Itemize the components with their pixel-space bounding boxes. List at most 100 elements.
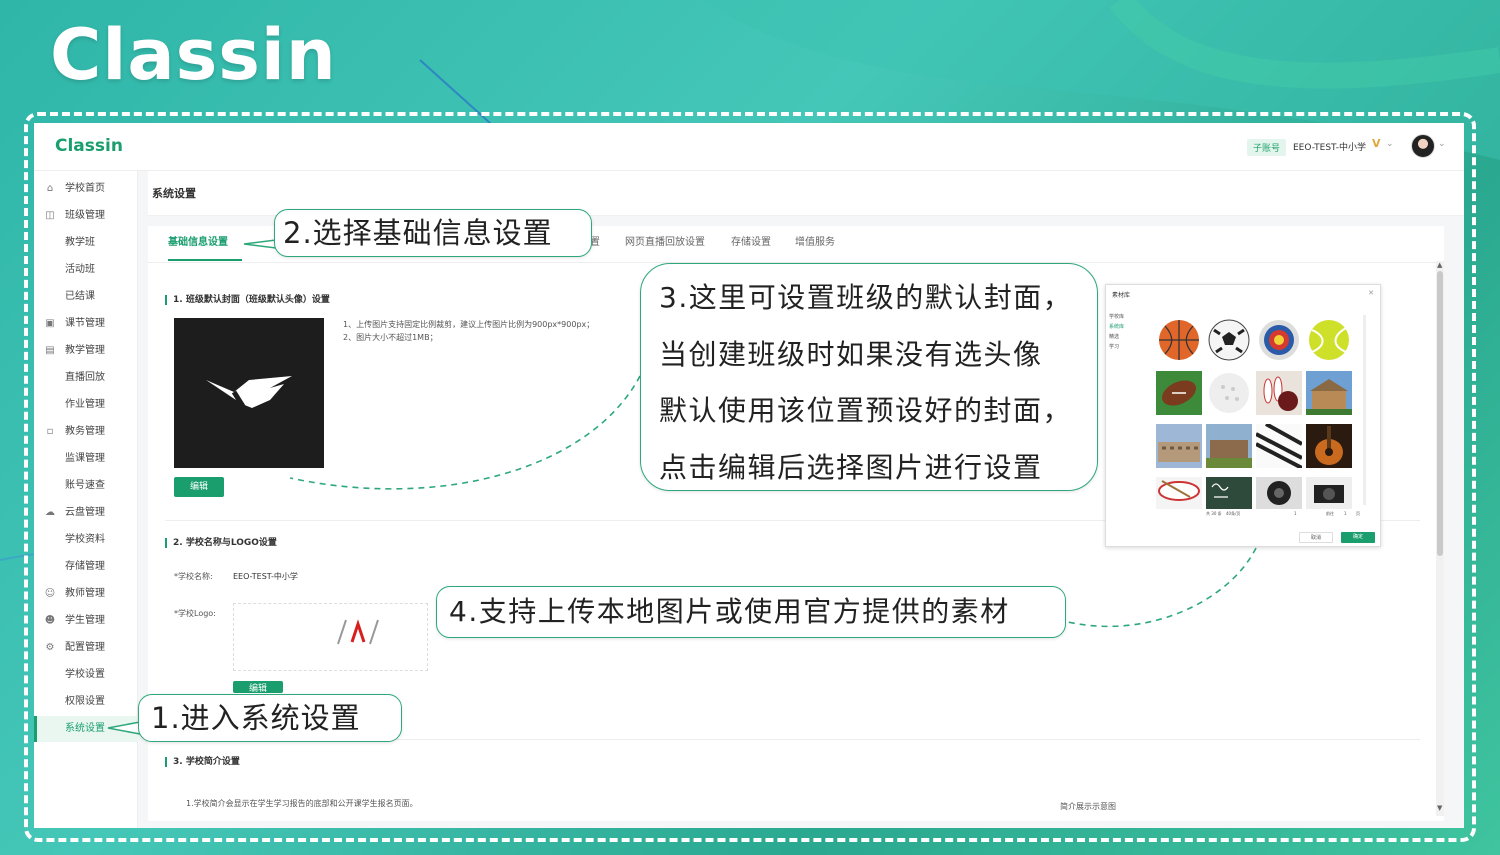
- school-name[interactable]: EEO-TEST-中小学: [1293, 140, 1366, 153]
- callout-step-3: 3.这里可设置班级的默认封面， 当创建班级时如果没有选头像 默认使用该位置预设好…: [640, 263, 1098, 491]
- edit-logo-button[interactable]: 编辑: [233, 681, 283, 693]
- student-icon: ☻: [44, 615, 56, 626]
- campus-icon[interactable]: [1206, 424, 1252, 468]
- sidebar-item-teaching-class[interactable]: 教学班: [34, 230, 138, 256]
- sidebar-item-finished[interactable]: 已结课: [34, 284, 138, 310]
- sidebar-item-cloud[interactable]: ☁ 云盘管理: [34, 500, 138, 526]
- sidebar-item-home[interactable]: ⌂ 学校首页: [34, 176, 138, 202]
- sidebar-item-teaching[interactable]: ▤ 教学管理: [34, 338, 138, 364]
- scrollbar[interactable]: [1436, 261, 1444, 816]
- speaker-icon[interactable]: [1256, 477, 1302, 509]
- intro-preview-label: 简介展示示意图: [1060, 802, 1116, 811]
- section-cover-title: 1. 班级默认封面（班级默认头像）设置: [165, 295, 330, 305]
- callout-step-3-line-4: 点击编辑后选择图片进行设置: [659, 450, 1043, 484]
- sidebar-item-class[interactable]: ◫ 班级管理: [34, 203, 138, 229]
- target-icon[interactable]: [1256, 318, 1302, 362]
- sidebar-item-storage[interactable]: 存储管理: [34, 554, 138, 580]
- sidebar-item-permissions[interactable]: 权限设置: [34, 689, 138, 715]
- edit-cover-button[interactable]: 编辑: [174, 477, 224, 497]
- top-bar: Classin 子账号 EEO-TEST-中小学 V ⌄ ⌄: [34, 123, 1464, 171]
- teacher-icon: ☺: [44, 588, 56, 599]
- soccer-ball-icon[interactable]: [1206, 318, 1252, 362]
- tab-web-replay[interactable]: 网页直播回放设置: [625, 233, 705, 248]
- chalkboard-icon[interactable]: [1206, 477, 1252, 509]
- pager-goto: 前往: [1326, 511, 1334, 516]
- basketball-icon[interactable]: [1156, 318, 1202, 362]
- sidebar-item-config[interactable]: ⚙ 配置管理: [34, 635, 138, 661]
- school-logo-mark-icon: [337, 619, 379, 645]
- scroll-down-icon[interactable]: ▼: [1437, 804, 1442, 812]
- sub-account-badge: 子账号: [1247, 139, 1287, 156]
- section-logo-title: 2. 学校名称与LOGO设置: [165, 538, 277, 548]
- football-icon[interactable]: [1156, 371, 1202, 415]
- tab-value-added[interactable]: 增值服务: [795, 233, 835, 248]
- callout-step-1: 1.进入系统设置: [138, 694, 402, 742]
- lesson-icon: ▣: [45, 318, 55, 329]
- home-icon: ⌂: [46, 183, 54, 194]
- dialog-ok-button[interactable]: 确定: [1341, 532, 1375, 543]
- pager-size[interactable]: 40条/页: [1226, 511, 1240, 517]
- active-tab-indicator: [168, 259, 242, 261]
- library-featured[interactable]: 精选: [1109, 333, 1119, 340]
- sidebar-item-students[interactable]: ☻ 学生管理: [34, 608, 138, 634]
- guitar-icon[interactable]: [1306, 424, 1352, 468]
- pager-goto-input[interactable]: 1: [1344, 511, 1347, 516]
- tab-storage[interactable]: 存储设置: [731, 233, 771, 248]
- cover-note-2: 2、图片大小不超过1MB；: [343, 333, 438, 342]
- dialog-cancel-button[interactable]: 取消: [1299, 532, 1333, 543]
- affairs-icon: ▫: [46, 426, 54, 437]
- page-title: 系统设置: [152, 187, 196, 200]
- pager-current[interactable]: 1: [1294, 511, 1297, 516]
- scroll-up-icon[interactable]: ▲: [1437, 261, 1442, 269]
- sidebar-item-account-lookup[interactable]: 账号速查: [34, 473, 138, 499]
- library-study[interactable]: 学习: [1109, 343, 1119, 350]
- config-icon: ⚙: [45, 642, 55, 653]
- callout-step-2: 2.选择基础信息设置: [274, 209, 592, 257]
- school-logo-label: *学校Logo:: [174, 609, 216, 618]
- cover-note-1: 1、上传图片支持固定比例裁剪，建议上传图片比例为900px*900px；: [343, 320, 595, 329]
- sidebar: ⌂ 学校首页 ◫ 班级管理 教学班 活动班 已结课 ▣ 课节管理 ▤ 教学管理 直播回放…: [34, 171, 138, 828]
- callout-step-4: 4.支持上传本地图片或使用官方提供的素材: [436, 586, 1066, 638]
- material-library-dialog: 素材库 ✕ 学校库 系统库 精选 学习 共 30 条 40条/页 1 前往 1 …: [1105, 284, 1381, 547]
- bowling-icon[interactable]: [1256, 371, 1302, 415]
- callout-step-3-line-3: 默认使用该位置预设好的封面，: [659, 394, 1073, 427]
- sidebar-item-monitor[interactable]: 监课管理: [34, 446, 138, 472]
- sidebar-item-school-files[interactable]: 学校资料: [34, 527, 138, 553]
- school-name-label: *学校名称:: [174, 572, 213, 581]
- sidebar-item-teachers[interactable]: ☺ 教师管理: [34, 581, 138, 607]
- close-icon[interactable]: ✕: [1368, 289, 1374, 297]
- intro-note: 1.学校简介会显示在学生学习报告的底部和公开课学生报名页面。: [186, 799, 418, 808]
- cloud-icon: ☁: [45, 507, 55, 518]
- chevron-down-icon[interactable]: ⌄: [1438, 139, 1446, 149]
- library-school[interactable]: 学校库: [1109, 313, 1124, 320]
- tab-basic-info[interactable]: 基础信息设置: [168, 233, 228, 248]
- sidebar-item-homework[interactable]: 作业管理: [34, 392, 138, 418]
- sidebar-item-activity-class[interactable]: 活动班: [34, 257, 138, 283]
- pager-page-label: 页: [1356, 511, 1360, 516]
- section-intro-title: 3. 学校简介设置: [165, 757, 240, 767]
- school-logo-preview: [233, 603, 428, 671]
- school-name-value: EEO-TEST-中小学: [233, 572, 298, 581]
- golf-ball-icon[interactable]: [1206, 371, 1252, 415]
- chevron-down-icon[interactable]: ⌄: [1386, 139, 1394, 149]
- university-building-icon[interactable]: [1306, 371, 1352, 415]
- classin-wing-icon: [206, 376, 292, 410]
- class-icon: ◫: [45, 210, 55, 221]
- teach-icon: ▤: [45, 345, 55, 356]
- drum-icon[interactable]: [1156, 477, 1202, 509]
- avatar[interactable]: [1411, 134, 1435, 158]
- app-logo[interactable]: Classin: [55, 136, 123, 156]
- sidebar-item-school-settings[interactable]: 学校设置: [34, 662, 138, 688]
- sidebar-item-lessons[interactable]: ▣ 课节管理: [34, 311, 138, 337]
- sidebar-item-replay[interactable]: 直播回放: [34, 365, 138, 391]
- piano-keys-icon[interactable]: [1256, 424, 1302, 468]
- sidebar-item-affairs[interactable]: ▫ 教务管理: [34, 419, 138, 445]
- scrollbar-thumb[interactable]: [1437, 271, 1443, 556]
- sidebar-item-system-settings[interactable]: 系统设置: [34, 716, 138, 742]
- colosseum-icon[interactable]: [1156, 424, 1202, 468]
- dialog-scrollbar[interactable]: [1363, 315, 1366, 505]
- library-system[interactable]: 系统库: [1109, 323, 1124, 330]
- tennis-ball-icon[interactable]: [1306, 318, 1352, 362]
- camera-icon[interactable]: [1306, 477, 1352, 509]
- callout-step-3-line-2: 当创建班级时如果没有选头像: [659, 337, 1043, 371]
